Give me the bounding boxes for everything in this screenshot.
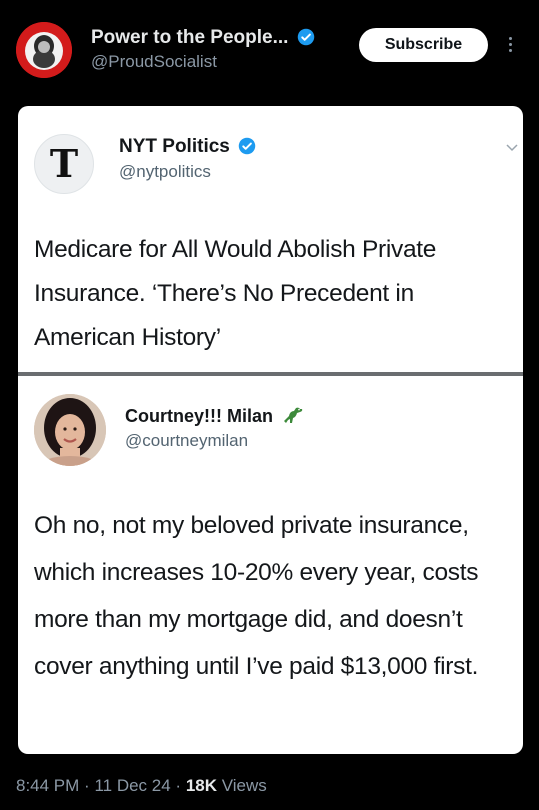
- attached-screenshot-image[interactable]: T NYT Politics @nytpolitics Medicare for…: [18, 106, 523, 754]
- views-label: Views: [221, 776, 267, 795]
- chevron-down-icon: [506, 144, 518, 152]
- nyt-handle: @nytpolitics: [119, 162, 211, 181]
- courtney-name-text: Courtney!!! Milan: [125, 406, 273, 426]
- verified-badge-icon: [297, 28, 314, 46]
- nyt-avatar: T: [34, 134, 94, 194]
- more-options-icon[interactable]: [503, 34, 517, 56]
- post-date[interactable]: 11 Dec 24: [94, 776, 170, 795]
- author-avatar-image: [16, 22, 72, 78]
- nyt-name-text: NYT Politics: [119, 136, 230, 157]
- post-time[interactable]: 8:44 PM: [16, 776, 79, 795]
- author-handle[interactable]: @ProudSocialist: [91, 52, 217, 72]
- post-header: Power to the People... @ProudSocialist S…: [0, 0, 539, 100]
- views-count: 18K: [185, 776, 218, 795]
- verified-badge-icon: [238, 137, 256, 155]
- reply-tweet-text: Oh no, not my beloved private insurance,…: [34, 512, 479, 680]
- courtney-name: Courtney!!! Milan: [125, 405, 304, 427]
- author-name-text: Power to the People...: [91, 27, 289, 48]
- author-avatar[interactable]: [16, 22, 72, 78]
- post-metadata: 8:44 PM · 11 Dec 24 · 18K Views: [16, 776, 267, 796]
- meta-separator: ·: [175, 776, 182, 795]
- nyt-tweet-text: Medicare for All Would Abolish Private I…: [34, 236, 437, 351]
- author-name[interactable]: Power to the People...: [91, 27, 315, 49]
- courtney-avatar: [34, 394, 106, 466]
- nyt-name: NYT Politics: [119, 136, 256, 158]
- nyt-tweet: T NYT Politics @nytpolitics Medicare for…: [18, 106, 523, 374]
- reply-tweet: Courtney!!! Milan @courtneymilan Oh no, …: [18, 376, 523, 754]
- dinosaur-emoji-icon: [284, 407, 303, 423]
- meta-separator: ·: [84, 776, 90, 795]
- subscribe-button[interactable]: Subscribe: [359, 28, 488, 62]
- courtney-handle: @courtneymilan: [125, 431, 249, 450]
